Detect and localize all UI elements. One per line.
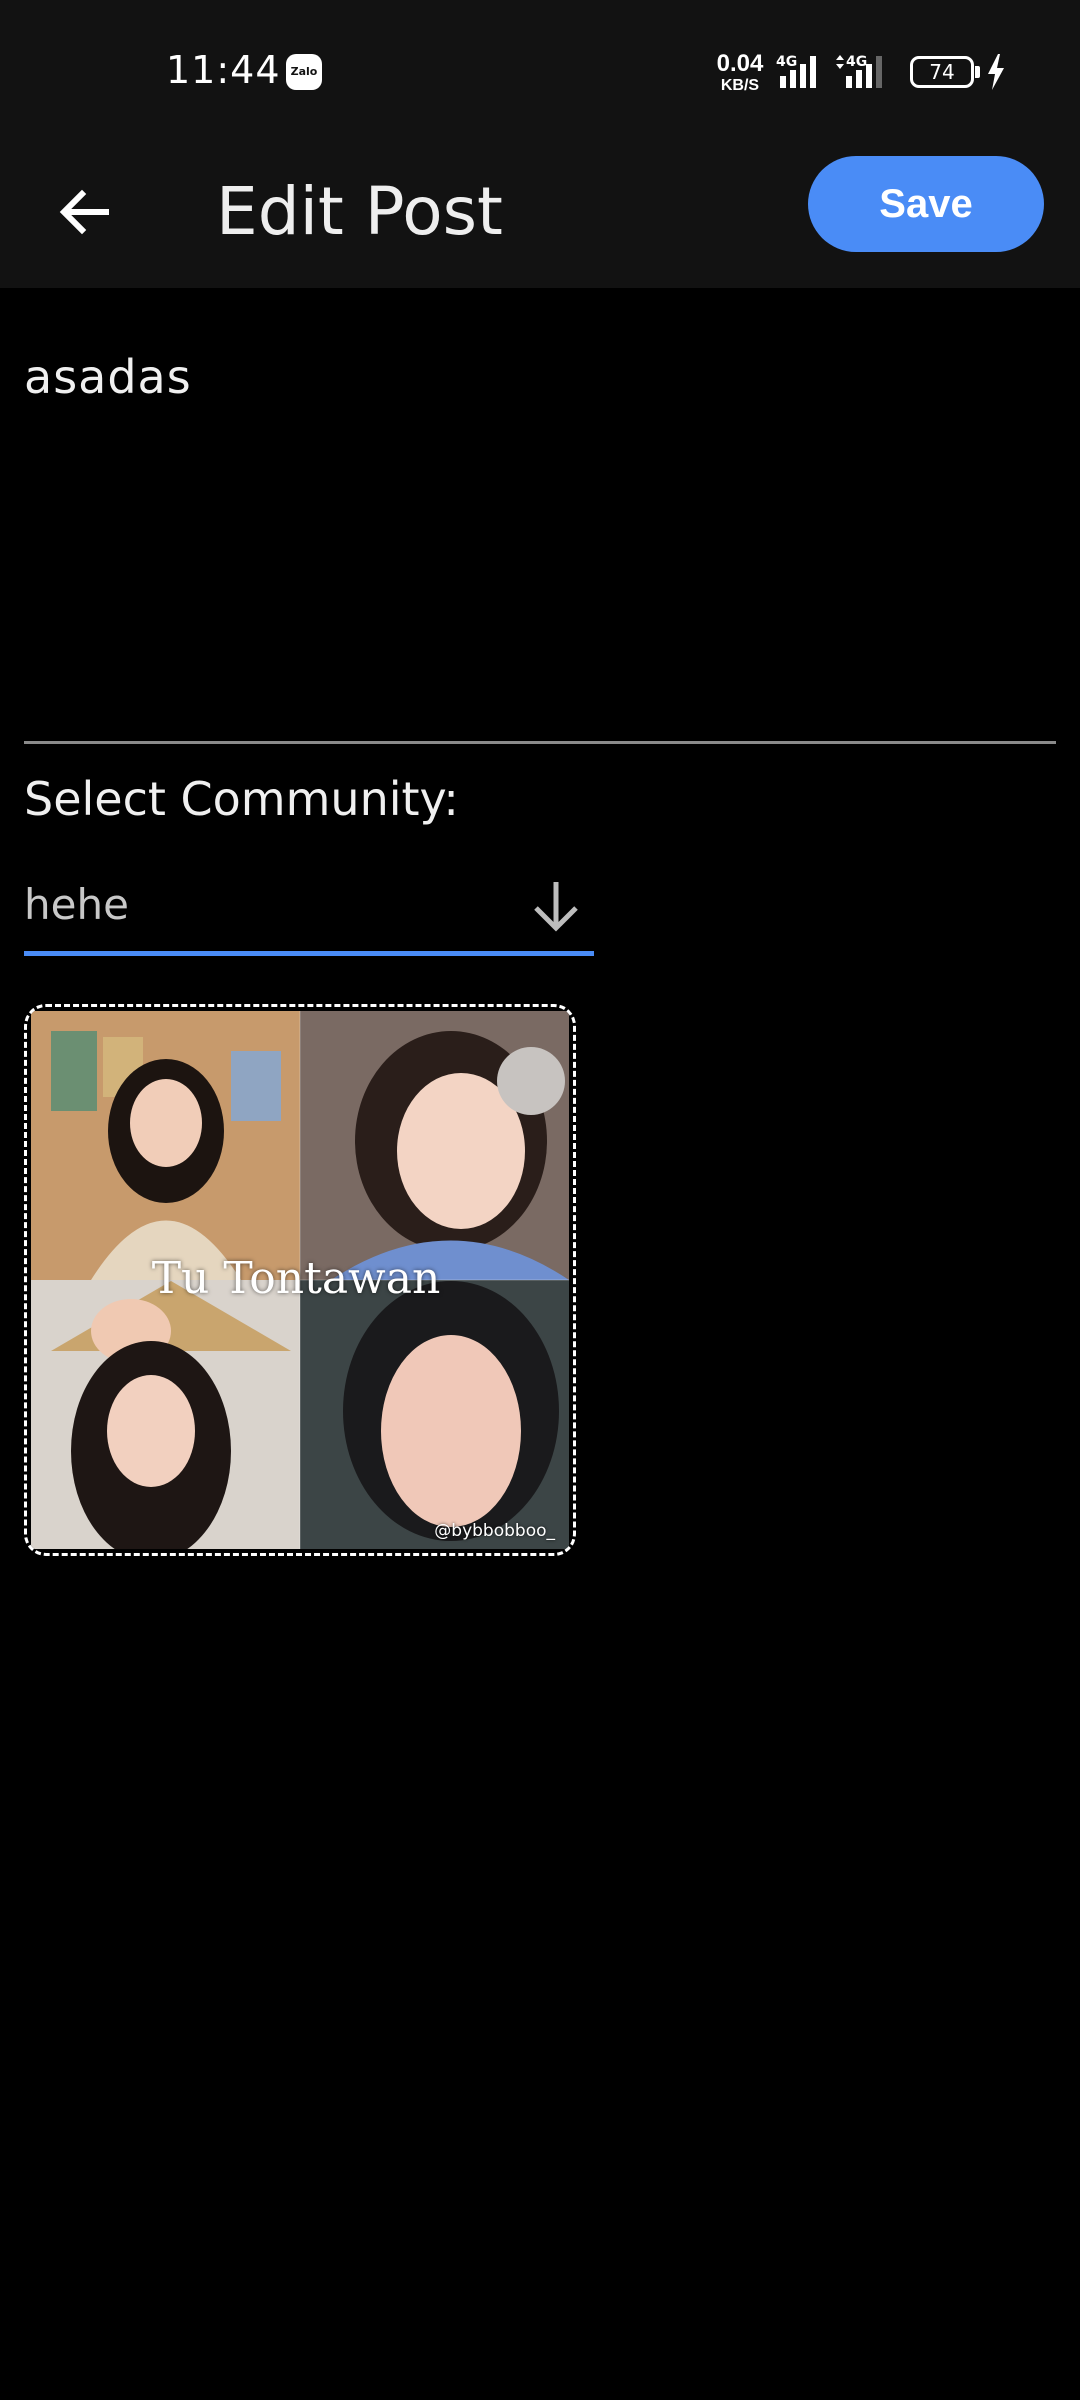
select-community-label: Select Community: [24,772,459,826]
app-bar: Edit Post Save [0,136,1080,288]
arrow-left-icon [59,189,109,235]
signal-4g-icon: 4G [776,54,816,88]
post-image[interactable]: Tu Tontawan @bybbobboo_ [24,1004,576,1556]
status-bar: 11:44 Zalo 0.04 KB/S 4G 4G 74 [0,0,1080,136]
network-type-label: 4G [776,54,797,70]
post-text-input[interactable]: asadas [24,350,1056,740]
community-selected-value: hehe [24,880,129,929]
page-title: Edit Post [216,173,503,250]
network-speed: 0.04 KB/S [712,52,768,94]
community-dropdown[interactable]: hehe [24,870,594,956]
battery-level: 74 [929,60,955,84]
dropdown-underline [24,951,594,956]
charging-bolt-icon [988,54,1004,90]
signal-4g-data-icon: 4G [836,54,882,88]
status-time: 11:44 [166,48,281,92]
arrow-down-icon [534,882,578,932]
save-button[interactable]: Save [808,156,1044,252]
post-input-divider [24,741,1056,744]
photo-caption: Tu Tontawan [151,1253,441,1304]
back-button[interactable] [44,172,124,252]
network-type-label: 4G [846,54,867,70]
photo-watermark: @bybbobboo_ [434,1521,555,1541]
battery-tip [975,66,980,78]
zalo-notification-icon: Zalo [286,54,322,90]
network-speed-value: 0.04 [716,50,764,77]
network-speed-unit: KB/S [720,77,760,94]
battery-icon: 74 [910,56,974,88]
